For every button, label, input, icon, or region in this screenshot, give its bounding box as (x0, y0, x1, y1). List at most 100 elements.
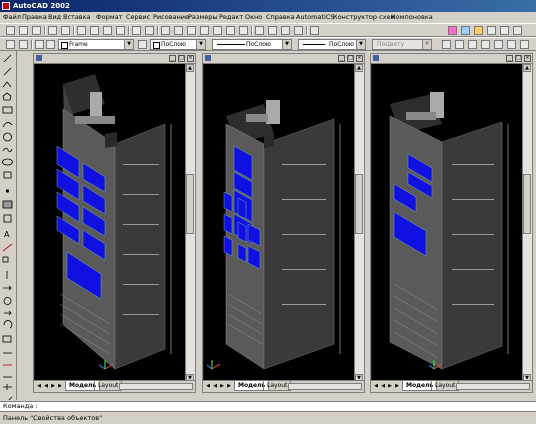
menu-help[interactable]: Справка (266, 13, 295, 22)
scroll-up-icon[interactable]: ▲ (186, 64, 194, 72)
shade-icon[interactable] (468, 40, 477, 49)
inquiry-icon[interactable] (200, 26, 209, 35)
menu-format[interactable]: Формат (96, 13, 122, 22)
last-tab-icon[interactable]: ▶ (394, 383, 400, 390)
menu-modify[interactable]: Редакт (219, 13, 243, 22)
view-3d-icon[interactable] (442, 40, 451, 49)
menu-tools[interactable]: Сервис (126, 13, 150, 22)
help-icon[interactable] (310, 26, 319, 35)
view-3d-icon[interactable] (455, 40, 464, 49)
next-tab-icon[interactable]: ▶ (50, 383, 56, 390)
shade-icon[interactable] (507, 40, 516, 49)
linetype-select[interactable]: ПоСлою ▼ (212, 39, 292, 50)
layer-freeze-icon[interactable] (46, 40, 55, 49)
print-preview-icon[interactable] (61, 26, 70, 35)
chevron-down-icon[interactable]: ▼ (124, 40, 133, 49)
prev-tab-icon[interactable]: ◀ (380, 383, 386, 390)
open-file-icon[interactable] (19, 26, 28, 35)
paste-icon[interactable] (103, 26, 112, 35)
scrollbar-thumb[interactable] (523, 174, 531, 234)
chevron-down-icon[interactable]: ▼ (356, 40, 365, 49)
layer-on-icon[interactable] (35, 40, 44, 49)
automatics-tool-icon[interactable] (513, 26, 522, 35)
shade-icon[interactable] (481, 40, 490, 49)
print-icon[interactable] (48, 26, 57, 35)
maximize-icon[interactable]: □ (347, 55, 354, 62)
minimize-icon[interactable]: _ (169, 55, 176, 62)
autocad-app-icon[interactable] (2, 2, 10, 10)
undo-icon[interactable] (132, 26, 141, 35)
first-tab-icon[interactable]: ◀ (205, 383, 211, 390)
automatics-tool-icon[interactable] (500, 26, 509, 35)
horizontal-scrollbar[interactable] (119, 383, 193, 390)
viewport-3[interactable]: _ □ × ▲ ▼ ◀ ◀ ▶ ▶ Модель Layout (370, 53, 533, 393)
next-tab-icon[interactable]: ▶ (387, 383, 393, 390)
prev-tab-icon[interactable]: ◀ (212, 383, 218, 390)
scroll-up-icon[interactable]: ▲ (523, 64, 531, 72)
properties-icon[interactable] (226, 26, 235, 35)
maximize-icon[interactable]: □ (178, 55, 185, 62)
last-tab-icon[interactable]: ▶ (57, 383, 63, 390)
minimize-icon[interactable]: _ (506, 55, 513, 62)
scrollbar-thumb[interactable] (186, 174, 194, 234)
automatics-tool-icon[interactable] (487, 26, 496, 35)
match-properties-icon[interactable] (116, 26, 125, 35)
design-center-icon[interactable] (213, 26, 222, 35)
redo-icon[interactable] (145, 26, 154, 35)
new-file-icon[interactable] (6, 26, 15, 35)
cut-icon[interactable] (77, 26, 86, 35)
horizontal-scrollbar[interactable] (288, 383, 362, 390)
next-tab-icon[interactable]: ▶ (219, 383, 225, 390)
zoom-window-icon[interactable] (281, 26, 290, 35)
chevron-down-icon[interactable]: ▼ (282, 40, 291, 49)
pan-icon[interactable] (255, 26, 264, 35)
color-select[interactable]: ПоСлою ▼ (150, 39, 206, 50)
chevron-down-icon[interactable]: ▼ (196, 40, 205, 49)
ucs-icon[interactable] (187, 26, 196, 35)
first-tab-icon[interactable]: ◀ (36, 383, 42, 390)
zoom-realtime-icon[interactable] (268, 26, 277, 35)
plotstyle-select[interactable]: ПоЦвету ▼ (372, 39, 432, 50)
menu-edit[interactable]: Правка (22, 13, 47, 22)
layer-manager-icon[interactable] (19, 40, 28, 49)
vertical-scrollbar[interactable]: ▲ ▼ (522, 64, 532, 382)
viewport-2[interactable]: _ □ × ▲ ▼ ◀ ◀ ▶ ▶ Модель Layout (202, 53, 365, 393)
vertical-scrollbar[interactable]: ▲ ▼ (185, 64, 195, 382)
menu-draw[interactable]: Рисование (153, 13, 189, 22)
viewport-1[interactable]: _ □ × ▲ ▼ ◀ ◀ ▶ ▶ Модель Layout (33, 53, 196, 393)
menu-schema-designer[interactable]: Конструктор схем (333, 13, 395, 22)
minimize-icon[interactable]: _ (338, 55, 345, 62)
scrollbar-thumb[interactable] (355, 174, 363, 234)
lineweight-select[interactable]: ПоСлою ▼ (298, 39, 366, 50)
menu-window[interactable]: Окно (245, 13, 262, 22)
drawing-area[interactable] (204, 64, 355, 382)
close-icon[interactable]: × (187, 55, 194, 62)
first-tab-icon[interactable]: ◀ (373, 383, 379, 390)
menu-automatics[interactable]: AutomatiCS (296, 13, 334, 22)
hyperlink-icon[interactable] (161, 26, 170, 35)
make-layer-current-icon[interactable] (6, 40, 15, 49)
copy-icon[interactable] (90, 26, 99, 35)
tool-palette-icon[interactable] (239, 26, 248, 35)
object-snap-icon[interactable] (174, 26, 183, 35)
menu-insert[interactable]: Вставка (63, 13, 91, 22)
save-icon[interactable] (32, 26, 41, 35)
command-line[interactable]: Команда : (0, 401, 536, 412)
shade-icon[interactable] (520, 40, 529, 49)
prev-tab-icon[interactable]: ◀ (43, 383, 49, 390)
automatics-tool-icon[interactable] (461, 26, 470, 35)
chevron-down-icon[interactable]: ▼ (422, 40, 431, 49)
close-icon[interactable]: × (356, 55, 363, 62)
menu-layout[interactable]: Компоновка (391, 13, 433, 22)
draw-tool-icons[interactable]: A (0, 51, 16, 414)
automatics-tool-icon[interactable] (474, 26, 483, 35)
vertical-scrollbar[interactable]: ▲ ▼ (354, 64, 364, 382)
menu-view[interactable]: Вид (48, 13, 61, 22)
automatics-tool-icon[interactable] (448, 26, 457, 35)
layer-previous-icon[interactable] (138, 40, 147, 49)
zoom-previous-icon[interactable] (294, 26, 303, 35)
scroll-up-icon[interactable]: ▲ (355, 64, 363, 72)
layer-select[interactable]: Frame ▼ (58, 39, 134, 50)
maximize-icon[interactable]: □ (515, 55, 522, 62)
shade-icon[interactable] (494, 40, 503, 49)
